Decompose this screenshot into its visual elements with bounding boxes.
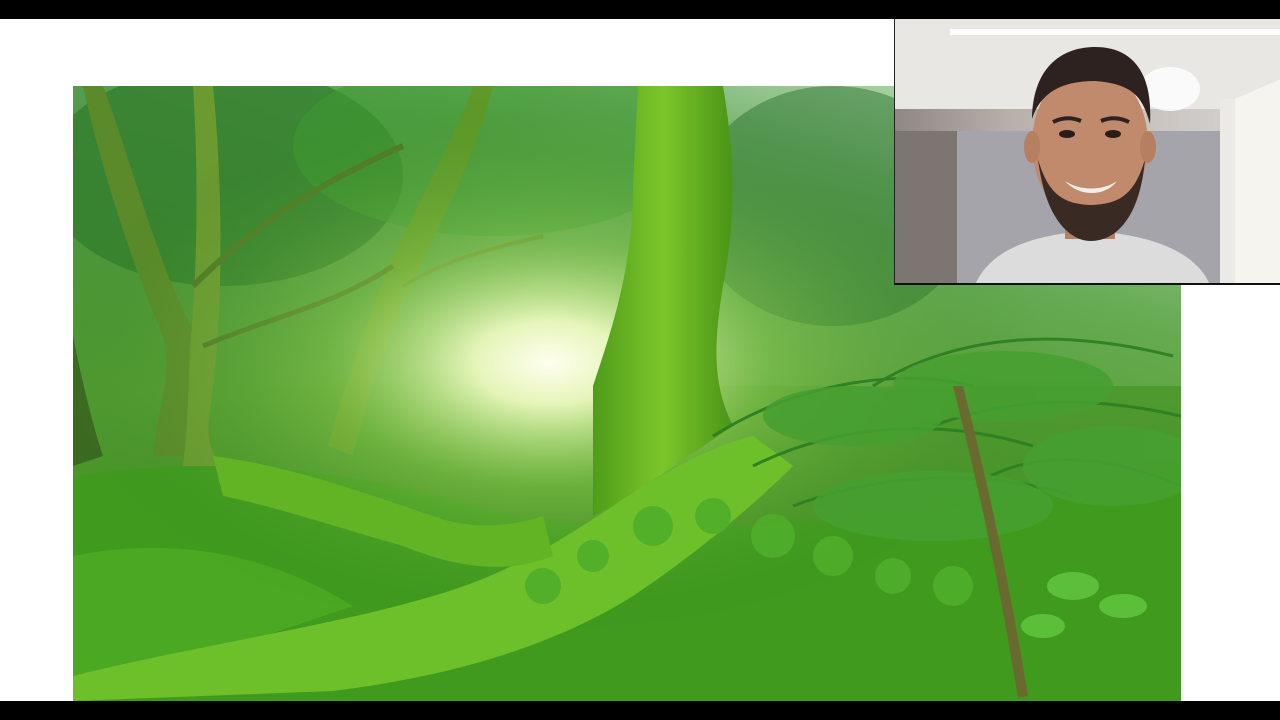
- letterbox-top: [0, 0, 1280, 19]
- video-frame: [0, 0, 1280, 720]
- presenter-video: [894, 19, 1280, 285]
- letterbox-bottom: [0, 701, 1280, 720]
